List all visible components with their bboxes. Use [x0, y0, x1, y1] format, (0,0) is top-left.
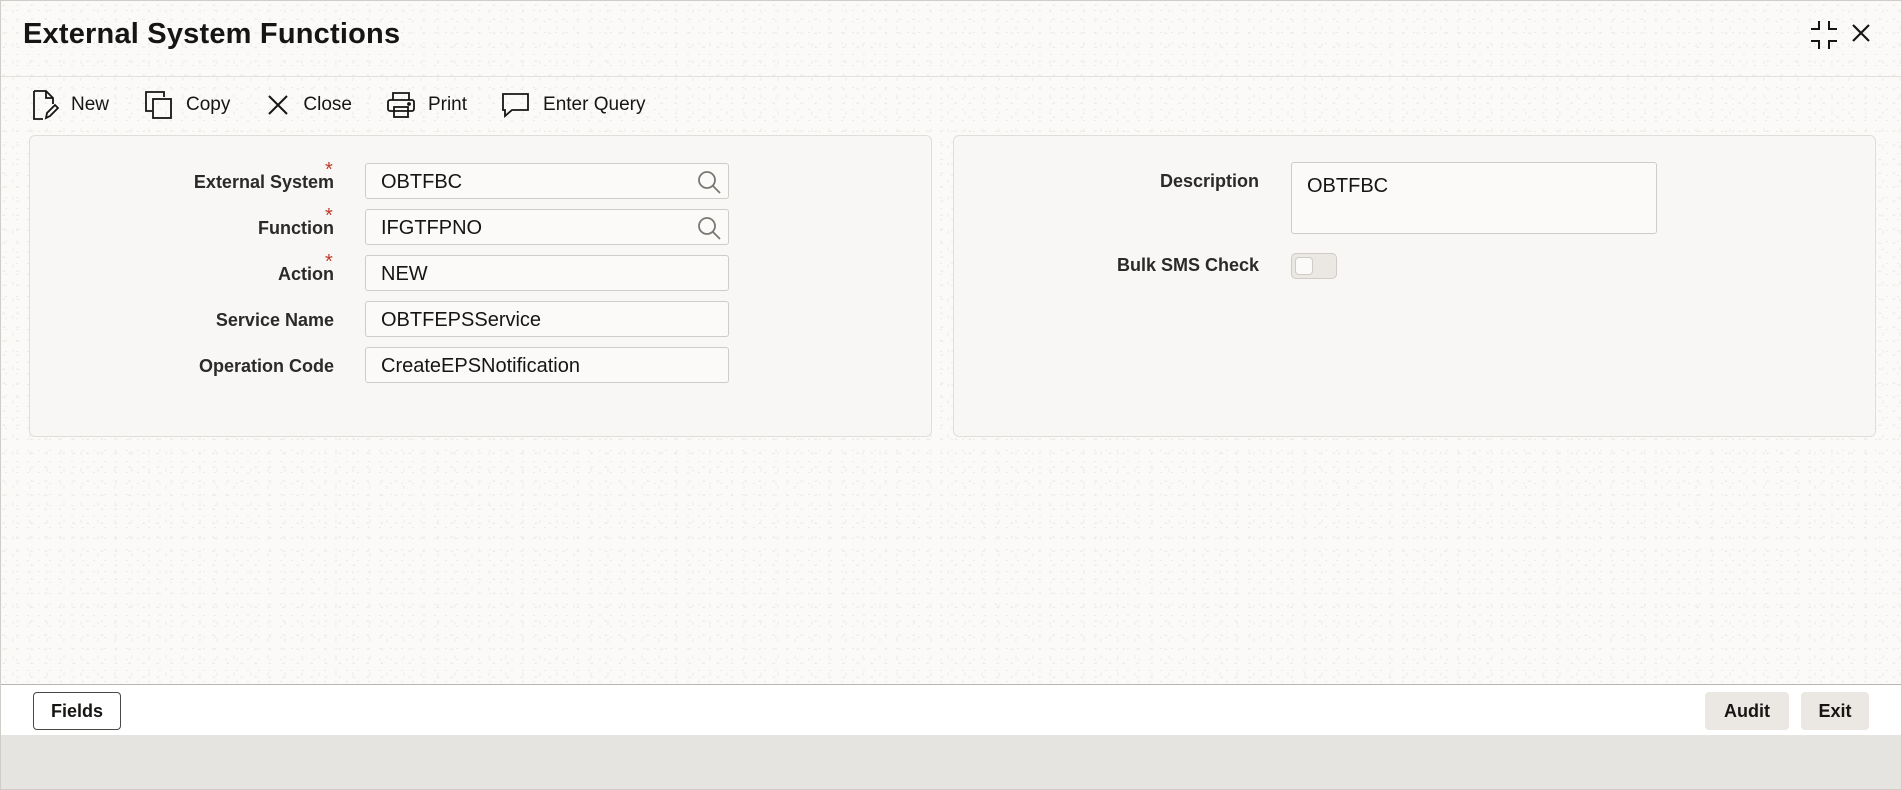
- action-input[interactable]: NEW: [365, 255, 729, 291]
- operation-code-input[interactable]: CreateEPSNotification: [365, 347, 729, 383]
- print-button[interactable]: Print: [386, 91, 467, 119]
- close-icon: [268, 95, 289, 115]
- toggle-knob: [1295, 257, 1313, 275]
- required-marker: *: [325, 159, 333, 181]
- enter-query-button[interactable]: Enter Query: [501, 91, 645, 119]
- operation-code-label: Operation Code: [198, 356, 334, 376]
- footer: Fields Audit Exit: [1, 685, 1901, 735]
- maximize-icon[interactable]: [1809, 19, 1839, 51]
- close-button-label: Close: [303, 94, 352, 115]
- close-toolbar-button[interactable]: Close: [265, 92, 352, 118]
- service-name-label: Service Name: [215, 310, 334, 330]
- external-system-input[interactable]: OBTFBC: [365, 163, 729, 199]
- page-title: External System Functions: [23, 18, 401, 50]
- search-icon[interactable]: [696, 169, 722, 207]
- search-icon[interactable]: [696, 215, 722, 253]
- status-bar: [1, 735, 1901, 789]
- copy-icon: [145, 91, 172, 119]
- new-button-label: New: [71, 94, 110, 115]
- close-icon[interactable]: [1849, 21, 1873, 45]
- action-value: NEW: [381, 263, 428, 285]
- enter-query-button-label: Enter Query: [543, 94, 646, 115]
- function-label: Function: [258, 218, 334, 238]
- service-name-value: OBTFEPSService: [381, 309, 542, 331]
- exit-button[interactable]: Exit: [1801, 692, 1869, 730]
- print-button-label: Print: [427, 94, 468, 115]
- details-panel: Description OBTFBC Bulk SMS Check: [953, 135, 1876, 437]
- printer-icon: [387, 92, 415, 118]
- required-marker: *: [325, 205, 333, 227]
- action-label: Action: [278, 264, 334, 284]
- external-system-label: External System: [193, 172, 334, 192]
- external-system-value: OBTFBC: [381, 171, 463, 193]
- description-label: Description: [1159, 171, 1259, 191]
- description-textarea[interactable]: OBTFBC: [1291, 162, 1657, 234]
- function-value: IFGTFPNO: [381, 217, 483, 239]
- title-bar: External System Functions: [1, 1, 1901, 77]
- operation-code-value: CreateEPSNotification: [381, 355, 580, 377]
- copy-button[interactable]: Copy: [144, 90, 230, 120]
- service-name-input[interactable]: OBTFEPSService: [365, 301, 729, 337]
- bulk-sms-check-toggle[interactable]: [1291, 253, 1337, 279]
- description-value: OBTFBC: [1307, 175, 1389, 197]
- toolbar: New Copy Close Print Enter Query: [31, 87, 675, 123]
- fields-button[interactable]: Fields: [33, 692, 121, 730]
- required-marker: *: [325, 251, 333, 273]
- new-document-icon: [33, 90, 59, 120]
- external-system-functions-window: External System Functions New Copy Close…: [0, 0, 1902, 790]
- main-fields-panel: External System * OBTFBC Function * IFGT…: [29, 135, 932, 437]
- function-input[interactable]: IFGTFPNO: [365, 209, 729, 245]
- bulk-sms-check-label: Bulk SMS Check: [1116, 255, 1259, 275]
- chat-bubble-icon: [502, 93, 529, 118]
- copy-button-label: Copy: [186, 94, 231, 115]
- audit-button[interactable]: Audit: [1705, 692, 1789, 730]
- new-button[interactable]: New: [31, 89, 109, 121]
